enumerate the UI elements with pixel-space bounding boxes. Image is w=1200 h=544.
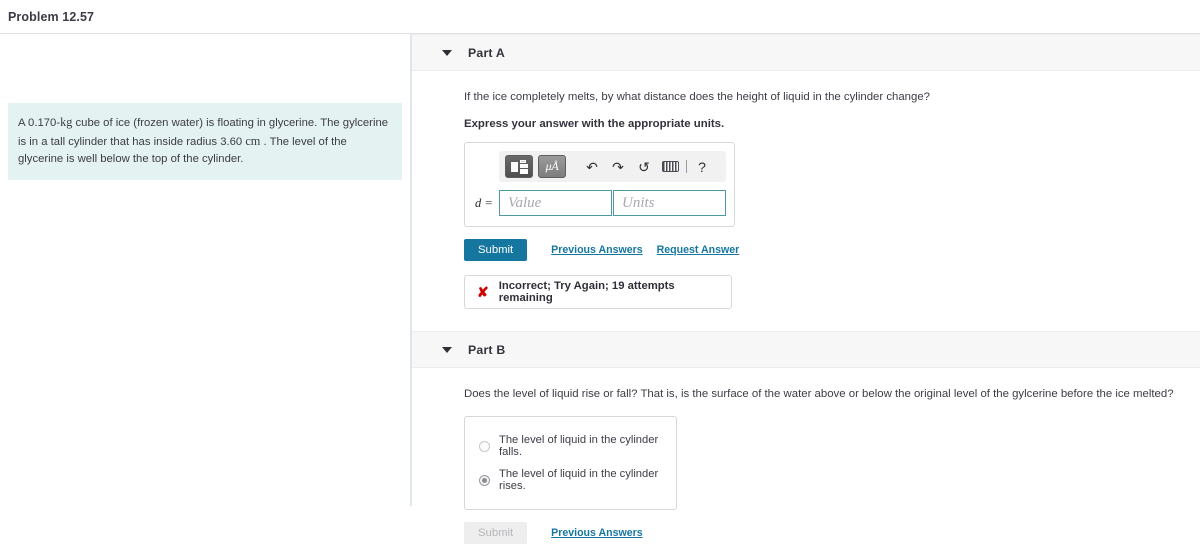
template-button[interactable] (505, 155, 533, 179)
reset-icon[interactable]: ↺ (633, 160, 655, 174)
parts-pane: Part A If the ice completely melts, by w… (412, 34, 1200, 544)
part-a-answer-widget: μÅ ↶ ↷ ↺ ? d = Value Units (464, 142, 735, 228)
part-b-submit-row: Submit Previous Answers (464, 522, 1200, 544)
radio-icon-falls[interactable] (479, 440, 490, 452)
problem-statement-pane: A 0.170-kg cube of ice (frozen water) is… (0, 34, 412, 506)
part-b-option-falls-label: The level of liquid in the cylinder fall… (499, 434, 659, 459)
part-b-option-rises-label: The level of liquid in the cylinder rise… (499, 468, 659, 493)
part-a-entry-row: d = Value Units (473, 190, 726, 217)
part-b-submit-button[interactable]: Submit (464, 522, 528, 544)
keyboard-icon-wrap[interactable] (659, 160, 681, 174)
part-b-option-rises[interactable]: The level of liquid in the cylinder rise… (465, 463, 676, 497)
part-b-label: Part B (468, 342, 506, 357)
variable-label: d = (475, 195, 493, 210)
part-b-question: Does the level of liquid rise or fall? T… (464, 388, 1174, 401)
part-b-option-falls[interactable]: The level of liquid in the cylinder fall… (465, 429, 676, 463)
page-title: Problem 12.57 (8, 9, 95, 24)
math-toolbar: μÅ ↶ ↷ ↺ ? (499, 151, 726, 183)
part-a-content: If the ice completely melts, by what dis… (412, 89, 1200, 310)
part-a-feedback-box: ✘ Incorrect; Try Again; 19 attempts rema… (464, 275, 732, 310)
chevron-down-icon[interactable] (442, 49, 452, 56)
part-b-previous-answers-link[interactable]: Previous Answers (551, 527, 642, 539)
part-a-question: If the ice completely melts, by what dis… (464, 91, 931, 103)
part-a-submit-button[interactable]: Submit (464, 239, 528, 262)
undo-icon[interactable]: ↶ (581, 160, 603, 174)
top-bar: Problem 12.57 (0, 0, 1200, 34)
toolbar-divider (686, 160, 687, 174)
part-a-request-answer-link[interactable]: Request Answer (657, 244, 740, 256)
part-a-label: Part A (468, 45, 505, 60)
problem-statement-box: A 0.170-kg cube of ice (frozen water) is… (8, 103, 402, 181)
cross-icon: ✘ (477, 284, 489, 301)
value-input[interactable]: Value (499, 190, 612, 217)
part-b-header[interactable]: Part B (412, 331, 1200, 369)
units-input[interactable]: Units (613, 190, 726, 217)
statement-unit-kg: kg (60, 115, 73, 129)
part-a-instruction: Express your answer with the appropriate… (464, 118, 725, 131)
chevron-down-icon[interactable] (442, 346, 452, 353)
part-a-previous-answers-link[interactable]: Previous Answers (551, 244, 642, 256)
part-b-content: Does the level of liquid rise or fall? T… (412, 386, 1200, 544)
part-a-feedback-text: Incorrect; Try Again; 19 attempts remain… (498, 280, 675, 305)
main-columns: A 0.170-kg cube of ice (frozen water) is… (0, 34, 1200, 544)
radio-icon-rises[interactable] (479, 474, 490, 486)
redo-icon[interactable]: ↷ (607, 160, 629, 174)
problem-statement-text: A 0.170-kg cube of ice (frozen water) is… (18, 113, 392, 168)
part-b-options-group: The level of liquid in the cylinder fall… (464, 416, 677, 511)
part-a-submit-row: Submit Previous Answers Request Answer (464, 239, 1200, 262)
units-icon: μÅ (545, 159, 559, 174)
template-icon (510, 159, 528, 174)
statement-part-1: A 0.170- (18, 117, 61, 129)
help-icon[interactable]: ? (695, 159, 709, 175)
units-button[interactable]: μÅ (538, 155, 566, 179)
keyboard-icon (661, 160, 679, 172)
part-a-header[interactable]: Part A (412, 34, 1200, 71)
statement-unit-cm: cm (245, 134, 261, 149)
